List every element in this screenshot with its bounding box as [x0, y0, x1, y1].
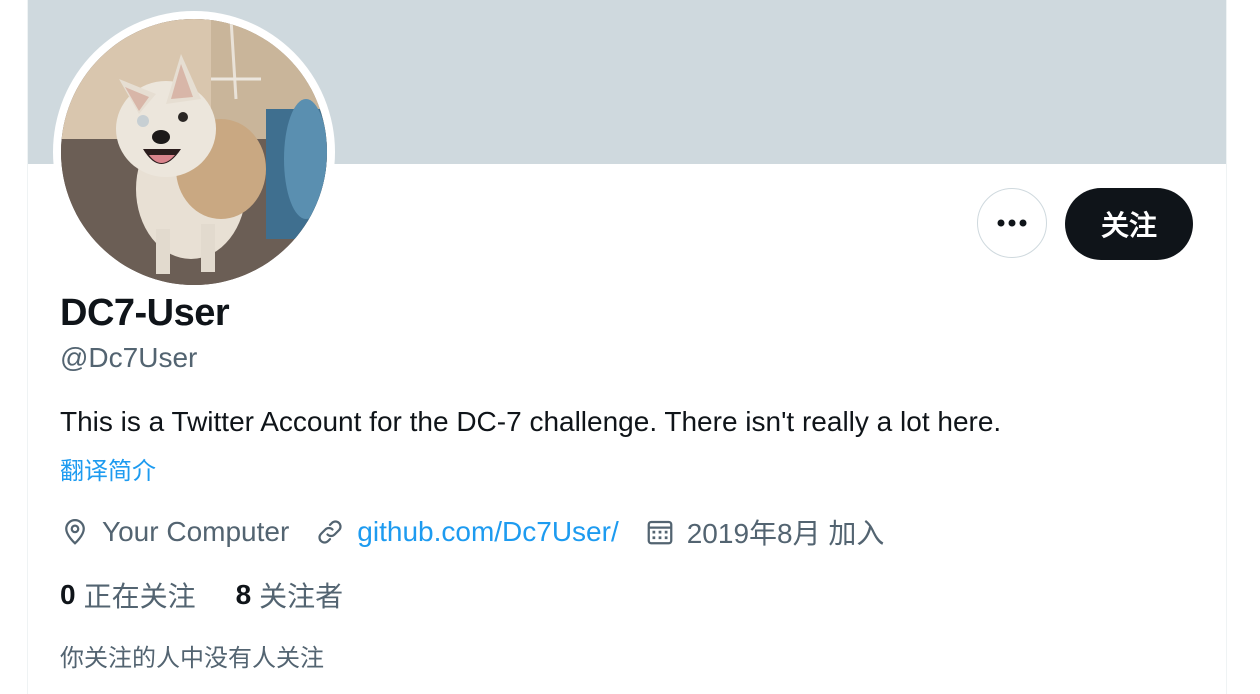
profile-meta: Your Computer github.com/Dc7User/ 2019年8…: [60, 510, 910, 554]
calendar-icon: [645, 517, 675, 547]
user-handle: @Dc7User: [60, 342, 198, 373]
following-label: 正在关注: [83, 581, 196, 612]
link-icon: [315, 517, 345, 547]
location-item: Your Computer: [60, 516, 289, 548]
followers-you-know-note: 你关注的人中没有人关注: [60, 645, 324, 672]
followers-count: 8: [235, 579, 252, 610]
more-options-button[interactable]: [977, 188, 1047, 258]
website-item: github.com/Dc7User/: [315, 516, 619, 548]
following-count: 0: [60, 579, 76, 610]
location-text: Your Computer: [102, 516, 290, 547]
website-link[interactable]: github.com/Dc7User/: [357, 516, 618, 548]
location-pin-icon: [60, 517, 90, 547]
profile-avatar[interactable]: [53, 11, 335, 293]
followers-label: 关注者: [259, 581, 344, 612]
joined-text: 2019年8月 加入: [686, 518, 885, 549]
translate-bio-link[interactable]: 翻译简介: [60, 451, 156, 486]
profile-bio: This is a Twitter Account for the DC-7 c…: [60, 406, 1002, 437]
follow-stats: 0 正在关注 8 关注者: [60, 575, 383, 615]
followers-stat[interactable]: 8 关注者: [236, 575, 344, 615]
joined-item: 2019年8月 加入: [645, 512, 885, 552]
more-horizontal-icon: [997, 219, 1027, 227]
follow-button[interactable]: 关注: [1065, 188, 1193, 260]
avatar-image: [61, 19, 327, 285]
display-name: DC7-User: [60, 292, 230, 334]
profile-column: 关注 DC7-User @Dc7User This is a Twitter A…: [27, 0, 1227, 694]
following-stat[interactable]: 0 正在关注: [60, 575, 196, 615]
